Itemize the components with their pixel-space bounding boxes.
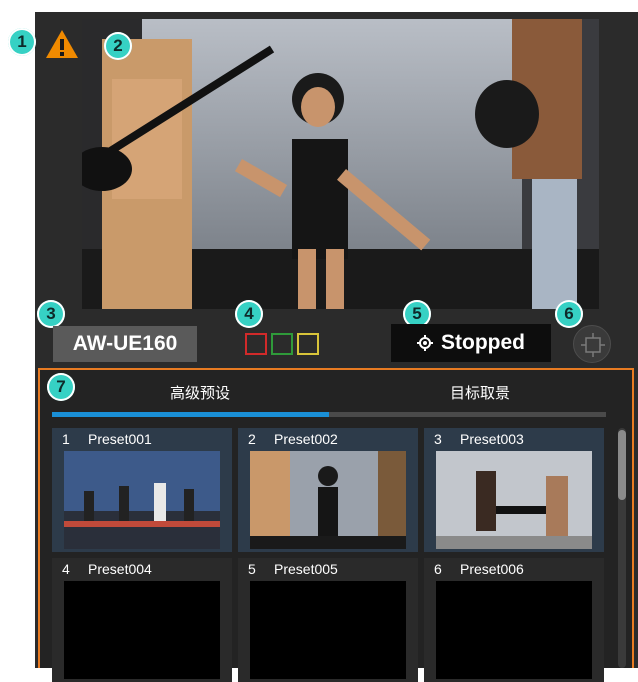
preset-number: 3 [434, 431, 442, 447]
callout-1: 1 [8, 28, 36, 56]
callout-2: 2 [104, 32, 132, 60]
preset-tile[interactable]: 6 Preset006 [424, 558, 604, 682]
status-text: Stopped [441, 331, 525, 354]
tally-yellow [297, 333, 319, 355]
warning-icon [46, 30, 78, 58]
preset-tile[interactable]: 3 Preset003 [424, 428, 604, 552]
preset-number: 1 [62, 431, 70, 447]
preset-thumbnail [436, 451, 592, 549]
fullscreen-icon [581, 333, 605, 357]
preset-number: 5 [248, 561, 256, 577]
preset-thumbnail-empty [250, 581, 406, 679]
preset-name: Preset004 [88, 561, 152, 577]
preset-panel: 高级预设 目标取景 1 Preset001 2 Preset002 3 Pres… [38, 368, 634, 682]
preset-tile[interactable]: 4 Preset004 [52, 558, 232, 682]
preset-tile[interactable]: 2 Preset002 [238, 428, 418, 552]
preset-name: Preset002 [274, 431, 338, 447]
tab-indicator-active [52, 412, 329, 417]
camera-name-label[interactable]: AW-UE160 [53, 326, 197, 362]
gear-icon [417, 335, 433, 351]
tab-target-framing[interactable]: 目标取景 [370, 382, 590, 406]
preset-thumbnail [250, 451, 406, 549]
tally-red [245, 333, 267, 355]
tally-green [271, 333, 293, 355]
tab-advanced-preset[interactable]: 高级预设 [100, 382, 300, 406]
callout-3: 3 [37, 300, 65, 328]
preset-thumbnail-empty [64, 581, 220, 679]
camera-image [82, 19, 599, 309]
preset-thumbnail [64, 451, 220, 549]
preset-tile[interactable]: 5 Preset005 [238, 558, 418, 682]
callout-6: 6 [555, 300, 583, 328]
preset-name: Preset005 [274, 561, 338, 577]
preset-name: Preset006 [460, 561, 524, 577]
preset-number: 2 [248, 431, 256, 447]
fullscreen-button[interactable] [573, 325, 611, 363]
callout-4: 4 [235, 300, 263, 328]
preset-name: Preset003 [460, 431, 524, 447]
scrollbar-thumb[interactable] [618, 430, 626, 500]
recording-status: Stopped [391, 324, 551, 362]
preset-number: 6 [434, 561, 442, 577]
preset-number: 4 [62, 561, 70, 577]
camera-live-view[interactable] [82, 19, 599, 309]
tally-indicators [245, 333, 319, 355]
preset-name: Preset001 [88, 431, 152, 447]
callout-7: 7 [47, 373, 75, 401]
preset-tile[interactable]: 1 Preset001 [52, 428, 232, 552]
preset-thumbnail-empty [436, 581, 592, 679]
